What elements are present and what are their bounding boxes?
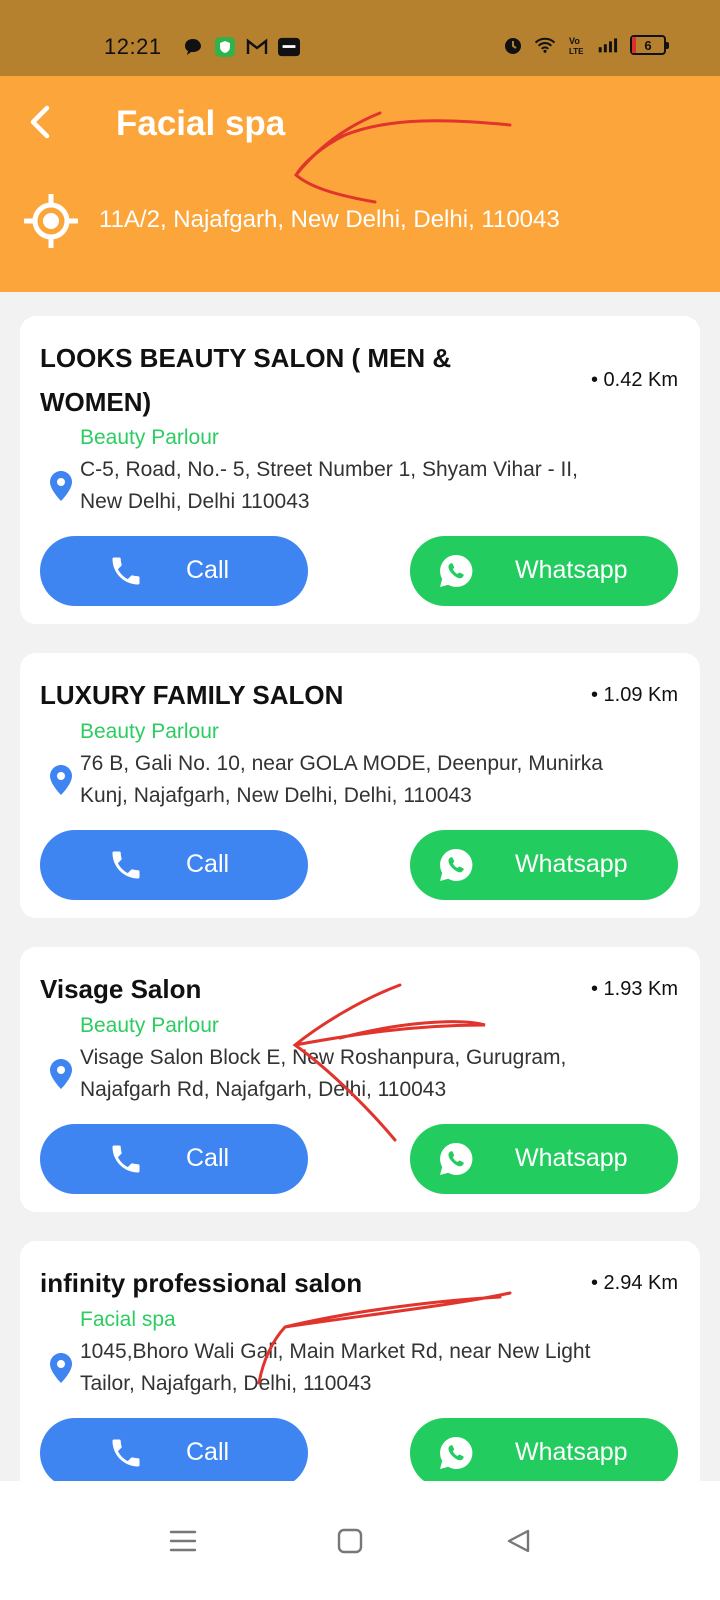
whatsapp-icon [440, 1436, 473, 1469]
listing-address-line: 76 B, Gali No. 10, near GOLA MODE, Deenp… [80, 752, 603, 775]
call-label: Call [186, 1144, 230, 1172]
listing-category: Facial spa [80, 1308, 176, 1331]
listing-distance: • 1.93 Km [590, 978, 678, 1000]
alarm-icon [502, 34, 524, 56]
page-title: Facial spa [116, 104, 286, 143]
call-label: Call [186, 850, 230, 878]
listing-name-line: Visage Salon [40, 974, 202, 1004]
shield-app-icon [214, 36, 236, 58]
call-button[interactable]: Call [40, 1124, 308, 1194]
listing-address-line: Najafgarh Rd, Najafgarh, Delhi, 110043 [80, 1078, 447, 1101]
phone-icon [112, 557, 140, 585]
location-pin-icon [50, 1059, 72, 1089]
whatsapp-icon [440, 1142, 473, 1175]
whatsapp-button[interactable]: Whatsapp [410, 1418, 678, 1481]
call-label: Call [186, 1438, 230, 1466]
listing-address: 1045,Bhoro Wali Gali, Main Market Rd, ne… [80, 1336, 660, 1400]
call-button[interactable]: Call [40, 536, 308, 606]
listing-name: LOOKS BEAUTY SALON ( MEN & WOMEN) [40, 336, 451, 424]
listing-category: Beauty Parlour [80, 1014, 219, 1037]
back-icon[interactable] [498, 1521, 538, 1561]
chevron-left-icon [30, 105, 50, 139]
whatsapp-icon [440, 848, 473, 881]
listing-card[interactable]: LUXURY FAMILY SALON • 1.09 Km Beauty Par… [20, 653, 700, 918]
whatsapp-label: Whatsapp [515, 1144, 628, 1172]
phone-icon [112, 1145, 140, 1173]
listing-category: Beauty Parlour [80, 426, 219, 449]
whatsapp-button[interactable]: Whatsapp [410, 830, 678, 900]
gmail-icon [246, 36, 268, 58]
listing-address-line: 1045,Bhoro Wali Gali, Main Market Rd, ne… [80, 1340, 591, 1363]
chat-bubble-icon [182, 36, 204, 58]
header: Facial spa 11A/2, Najafgarh, New Delhi, … [0, 76, 720, 292]
listing-card[interactable]: infinity professional salon • 2.94 Km Fa… [20, 1241, 700, 1481]
location-pin-icon [50, 765, 72, 795]
listing-name-line: infinity professional salon [40, 1268, 363, 1298]
listing-name: LUXURY FAMILY SALON [40, 673, 343, 717]
listing-distance: • 0.42 Km [590, 369, 678, 391]
listing-card[interactable]: LOOKS BEAUTY SALON ( MEN & WOMEN) • 0.42… [20, 316, 700, 624]
svg-text:LTE: LTE [569, 47, 584, 56]
listing-address: 76 B, Gali No. 10, near GOLA MODE, Deenp… [80, 748, 660, 812]
whatsapp-icon [440, 554, 473, 587]
phone-icon [112, 851, 140, 879]
phone-icon [112, 1439, 140, 1467]
call-button[interactable]: Call [40, 1418, 308, 1481]
listing-name-line: LOOKS BEAUTY SALON ( MEN & [40, 343, 452, 373]
listing-address: Visage Salon Block E, New Roshanpura, Gu… [80, 1042, 660, 1106]
listing-card[interactable]: Visage Salon • 1.93 Km Beauty Parlour Vi… [20, 947, 700, 1212]
whatsapp-button[interactable]: Whatsapp [410, 1124, 678, 1194]
whatsapp-button[interactable]: Whatsapp [410, 536, 678, 606]
call-label: Call [186, 556, 230, 584]
current-address[interactable]: 11A/2, Najafgarh, New Delhi, Delhi, 1100… [99, 206, 560, 234]
listing-distance: • 1.09 Km [590, 684, 678, 706]
paytm-icon [278, 36, 300, 58]
whatsapp-label: Whatsapp [515, 556, 628, 584]
listing-address: C-5, Road, No.- 5, Street Number 1, Shya… [80, 454, 660, 518]
listing-name-line: WOMEN) [40, 387, 152, 417]
system-nav-bar [0, 1481, 720, 1600]
listing-address-line: Tailor, Najafgarh, Delhi, 110043 [80, 1372, 372, 1395]
menu-icon[interactable] [163, 1521, 203, 1561]
notification-icons [182, 36, 300, 58]
back-button[interactable] [20, 102, 60, 142]
my-location-icon[interactable] [24, 194, 78, 248]
status-bar: 12:21 Vo LTE 6 [0, 0, 720, 76]
listing-address-line: C-5, Road, No.- 5, Street Number 1, Shya… [80, 458, 578, 481]
system-icons: Vo LTE 6 [502, 34, 669, 56]
battery-indicator: 6 [630, 35, 669, 55]
call-button[interactable]: Call [40, 830, 308, 900]
listing-name: infinity professional salon [40, 1261, 362, 1305]
listing-name-line: LUXURY FAMILY SALON [40, 680, 344, 710]
listing-address-line: Visage Salon Block E, New Roshanpura, Gu… [80, 1046, 567, 1069]
listing-address-line: Kunj, Najafgarh, New Delhi, Delhi, 11004… [80, 784, 472, 807]
whatsapp-label: Whatsapp [515, 1438, 628, 1466]
signal-icon [598, 34, 620, 56]
volte-icon: Vo LTE [566, 34, 588, 56]
listing-category: Beauty Parlour [80, 720, 219, 743]
listing-name: Visage Salon [40, 967, 201, 1011]
whatsapp-label: Whatsapp [515, 850, 628, 878]
wifi-icon [534, 34, 556, 56]
home-icon[interactable] [330, 1521, 370, 1561]
location-pin-icon [50, 471, 72, 501]
listing-distance: • 2.94 Km [590, 1272, 678, 1294]
status-time: 12:21 [104, 34, 162, 59]
location-pin-icon [50, 1353, 72, 1383]
svg-text:Vo: Vo [569, 36, 580, 46]
listing-address-line: New Delhi, Delhi 110043 [80, 490, 310, 513]
